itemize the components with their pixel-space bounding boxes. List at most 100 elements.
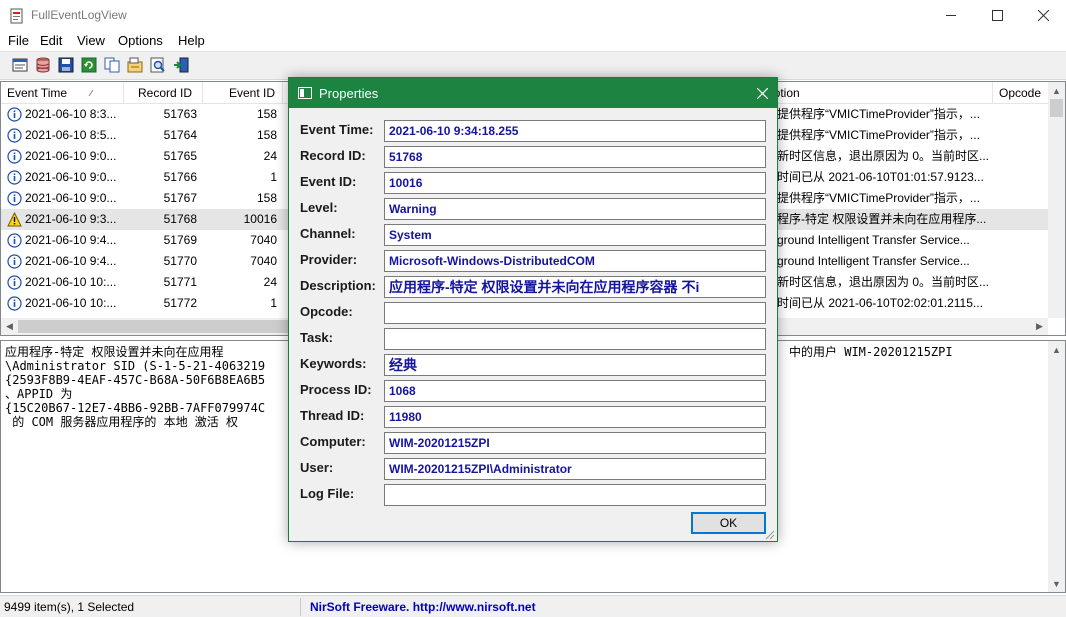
ok-button[interactable]: OK bbox=[691, 512, 766, 534]
refresh-icon[interactable] bbox=[80, 56, 98, 74]
scroll-up-icon[interactable]: ▲ bbox=[1048, 341, 1065, 358]
cell-event-id: 7040 bbox=[250, 233, 277, 247]
cell-description: 时间已从 2021-06-10T01:01:57.9123... bbox=[777, 170, 984, 184]
cell-description: 新时区信息，退出原因为 0。当前时区... bbox=[777, 149, 990, 163]
status-item-count: 9499 item(s), 1 Selected bbox=[4, 600, 135, 614]
cell-event-time: 2021-06-10 9:4... bbox=[25, 254, 117, 268]
copy-icon[interactable] bbox=[103, 56, 121, 74]
scroll-right-icon[interactable]: ▶ bbox=[1031, 318, 1048, 335]
cell-record-id: 51768 bbox=[163, 212, 197, 226]
menu-options[interactable]: Options bbox=[118, 33, 163, 48]
scroll-thumb[interactable] bbox=[1050, 99, 1063, 117]
menu-edit[interactable]: Edit bbox=[40, 33, 62, 48]
cell-event-time: 2021-06-10 9:3... bbox=[25, 212, 117, 226]
dialog-close-button[interactable] bbox=[747, 78, 777, 108]
field-label: Log File: bbox=[300, 486, 355, 501]
cell-record-id: 51767 bbox=[163, 191, 197, 205]
scroll-up-icon[interactable]: ▲ bbox=[1048, 82, 1065, 99]
cell-event-id: 158 bbox=[256, 191, 277, 205]
field-value[interactable]: 10016 bbox=[384, 172, 766, 194]
field-value[interactable]: 经典 bbox=[384, 354, 766, 376]
nirsoft-link[interactable]: NirSoft Freeware. http://www.nirsoft.net bbox=[310, 600, 536, 614]
resize-grip-icon[interactable] bbox=[763, 528, 775, 540]
menu-help[interactable]: Help bbox=[178, 33, 205, 48]
field-value[interactable]: Microsoft-Windows-DistributedCOM bbox=[384, 250, 766, 272]
cell-event-time: 2021-06-10 10:... bbox=[25, 275, 117, 289]
field-value[interactable]: 2021-06-10 9:34:18.255 bbox=[384, 120, 766, 142]
cell-event-time: 2021-06-10 8:3... bbox=[25, 107, 117, 121]
info-icon bbox=[7, 191, 22, 206]
database-icon[interactable] bbox=[34, 56, 52, 74]
field-label: Keywords: bbox=[300, 356, 367, 371]
scroll-left-icon[interactable]: ◀ bbox=[1, 318, 18, 335]
field-value[interactable]: 应用程序-特定 权限设置并未向在应用程序容器 不i bbox=[384, 276, 766, 298]
field-value[interactable]: Warning bbox=[384, 198, 766, 220]
save-icon[interactable] bbox=[57, 56, 75, 74]
window-title: FullEventLogView bbox=[31, 8, 127, 22]
cell-record-id: 51771 bbox=[163, 275, 197, 289]
cell-event-time: 2021-06-10 9:0... bbox=[25, 149, 117, 163]
menu-file[interactable]: File bbox=[8, 33, 29, 48]
scroll-down-icon[interactable]: ▼ bbox=[1048, 575, 1065, 592]
title-bar: FullEventLogView bbox=[0, 0, 1066, 31]
field-value[interactable] bbox=[384, 302, 766, 324]
field-label: Computer: bbox=[300, 434, 366, 449]
close-icon bbox=[756, 87, 768, 99]
field-value[interactable]: WIM-20201215ZPI\Administrator bbox=[384, 458, 766, 480]
column-event-time[interactable]: Event Time bbox=[1, 82, 124, 104]
cell-event-time: 2021-06-10 9:0... bbox=[25, 191, 117, 205]
cell-event-id: 158 bbox=[256, 107, 277, 121]
description-line: 应用程序-特定 权限设置并未向在应用程 bbox=[5, 345, 224, 359]
info-icon bbox=[7, 107, 22, 122]
cell-event-time: 2021-06-10 8:5... bbox=[25, 128, 117, 142]
field-label: Level: bbox=[300, 200, 338, 215]
description-line: 的 COM 服务器应用程序的 本地 激活 权 bbox=[5, 415, 239, 429]
field-value[interactable]: System bbox=[384, 224, 766, 246]
cell-event-time: 2021-06-10 10:... bbox=[25, 296, 117, 310]
find-icon[interactable] bbox=[149, 56, 167, 74]
info-icon bbox=[7, 170, 22, 185]
field-label: Process ID: bbox=[300, 382, 372, 397]
cell-description: 时间已从 2021-06-10T02:02:01.2115... bbox=[777, 296, 983, 310]
exit-icon[interactable] bbox=[172, 56, 190, 74]
info-icon bbox=[7, 128, 22, 143]
cell-record-id: 51770 bbox=[163, 254, 197, 268]
cell-record-id: 51769 bbox=[163, 233, 197, 247]
column-opcode[interactable]: Opcode bbox=[993, 82, 1048, 104]
field-value[interactable] bbox=[384, 484, 766, 506]
cell-record-id: 51766 bbox=[163, 170, 197, 184]
field-value[interactable]: 1068 bbox=[384, 380, 766, 402]
field-label: User: bbox=[300, 460, 334, 475]
options-icon[interactable] bbox=[126, 56, 144, 74]
field-value[interactable] bbox=[384, 328, 766, 350]
field-label: Event ID: bbox=[300, 174, 357, 189]
sort-asc-icon bbox=[88, 89, 94, 97]
field-value[interactable]: WIM-20201215ZPI bbox=[384, 432, 766, 454]
minimize-icon bbox=[945, 15, 956, 16]
cell-event-time: 2021-06-10 9:4... bbox=[25, 233, 117, 247]
cell-event-time: 2021-06-10 9:0... bbox=[25, 170, 117, 184]
cell-event-id: 1 bbox=[270, 296, 277, 310]
info-icon bbox=[7, 275, 22, 290]
list-vertical-scrollbar[interactable]: ▲ bbox=[1048, 82, 1065, 318]
app-icon bbox=[10, 8, 23, 24]
info-icon bbox=[7, 254, 22, 269]
cell-description: ground Intelligent Transfer Service... bbox=[777, 254, 970, 268]
cell-description: ground Intelligent Transfer Service... bbox=[777, 233, 970, 247]
minimize-button[interactable] bbox=[928, 0, 974, 31]
cell-description: 提供程序“VMICTimeProvider”指示，... bbox=[777, 107, 980, 121]
pane-vertical-scrollbar[interactable]: ▲ ▼ bbox=[1048, 341, 1065, 592]
field-value[interactable]: 11980 bbox=[384, 406, 766, 428]
close-button[interactable] bbox=[1020, 0, 1066, 31]
cell-event-id: 1 bbox=[270, 170, 277, 184]
column-event-id[interactable]: Event ID bbox=[203, 82, 283, 104]
column-record-id[interactable]: Record ID bbox=[124, 82, 203, 104]
cell-description: 提供程序“VMICTimeProvider”指示，... bbox=[777, 191, 980, 205]
field-value[interactable]: 51768 bbox=[384, 146, 766, 168]
cell-description: 新时区信息，退出原因为 0。当前时区... bbox=[777, 275, 990, 289]
menu-view[interactable]: View bbox=[77, 33, 105, 48]
maximize-button[interactable] bbox=[974, 0, 1020, 31]
description-line: 、APPID 为 bbox=[5, 387, 73, 401]
scroll-thumb[interactable] bbox=[18, 320, 288, 333]
properties-icon[interactable] bbox=[11, 56, 29, 74]
